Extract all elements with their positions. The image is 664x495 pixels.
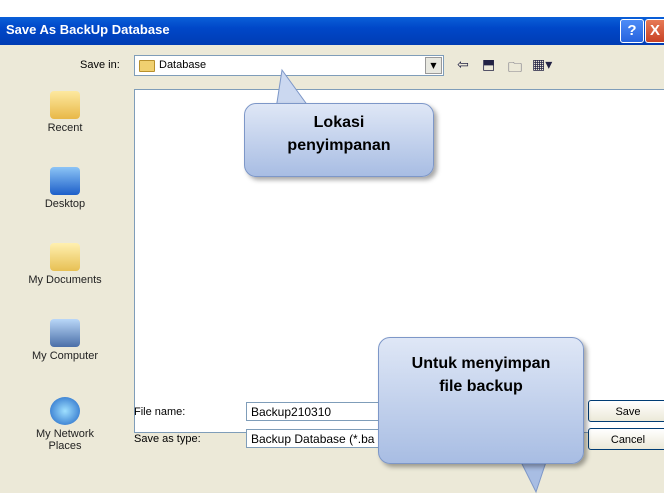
file-name-label: File name: xyxy=(134,406,186,418)
recent-icon xyxy=(50,91,80,119)
place-my-network[interactable]: My Network Places xyxy=(0,397,130,452)
place-label: Recent xyxy=(47,122,83,134)
back-icon[interactable]: ⇦ xyxy=(457,57,469,73)
close-button[interactable]: X xyxy=(645,19,664,43)
save-in-label: Save in: xyxy=(80,59,120,71)
callout-location: Lokasi penyimpanan xyxy=(244,103,434,177)
place-label: My Documents xyxy=(28,274,102,286)
place-recent[interactable]: Recent xyxy=(0,91,130,134)
place-label: Desktop xyxy=(44,198,86,210)
place-label: My Computer xyxy=(31,350,99,362)
callout-location-text: Lokasi penyimpanan xyxy=(287,114,391,154)
title-bar: Save As BackUp Database ? X xyxy=(0,17,664,45)
place-label: My Network Places xyxy=(35,428,95,452)
globe-icon xyxy=(50,397,80,425)
callout-backup-text: Untuk menyimpan file backup xyxy=(411,355,551,395)
my-documents-icon xyxy=(50,243,80,271)
up-folder-icon[interactable]: ⬒ xyxy=(482,57,495,73)
save-type-label: Save as type: xyxy=(134,433,201,445)
places-bar: Recent Desktop My Documents My Computer … xyxy=(0,75,130,495)
save-in-combo[interactable]: Database ▼ xyxy=(134,55,444,76)
view-menu-icon[interactable]: ▦▾ xyxy=(532,57,552,73)
callout-backup: Untuk menyimpan file backup xyxy=(378,337,584,464)
place-my-computer[interactable]: My Computer xyxy=(0,319,130,362)
folder-icon xyxy=(139,60,155,72)
save-button[interactable]: Save xyxy=(588,400,664,422)
window-title: Save As BackUp Database xyxy=(6,22,170,37)
my-computer-icon xyxy=(50,319,80,347)
desktop-icon xyxy=(50,167,80,195)
save-type-select[interactable]: Backup Database (*.ba xyxy=(246,429,384,448)
place-desktop[interactable]: Desktop xyxy=(0,167,130,210)
cancel-button[interactable]: Cancel xyxy=(588,428,664,450)
save-in-value: Database xyxy=(159,59,207,71)
new-folder-icon[interactable]: 🗀 xyxy=(508,57,522,81)
file-name-input[interactable]: Backup210310 xyxy=(246,402,384,421)
chevron-down-icon[interactable]: ▼ xyxy=(425,57,442,74)
place-my-documents[interactable]: My Documents xyxy=(0,243,130,286)
help-button[interactable]: ? xyxy=(620,19,644,43)
